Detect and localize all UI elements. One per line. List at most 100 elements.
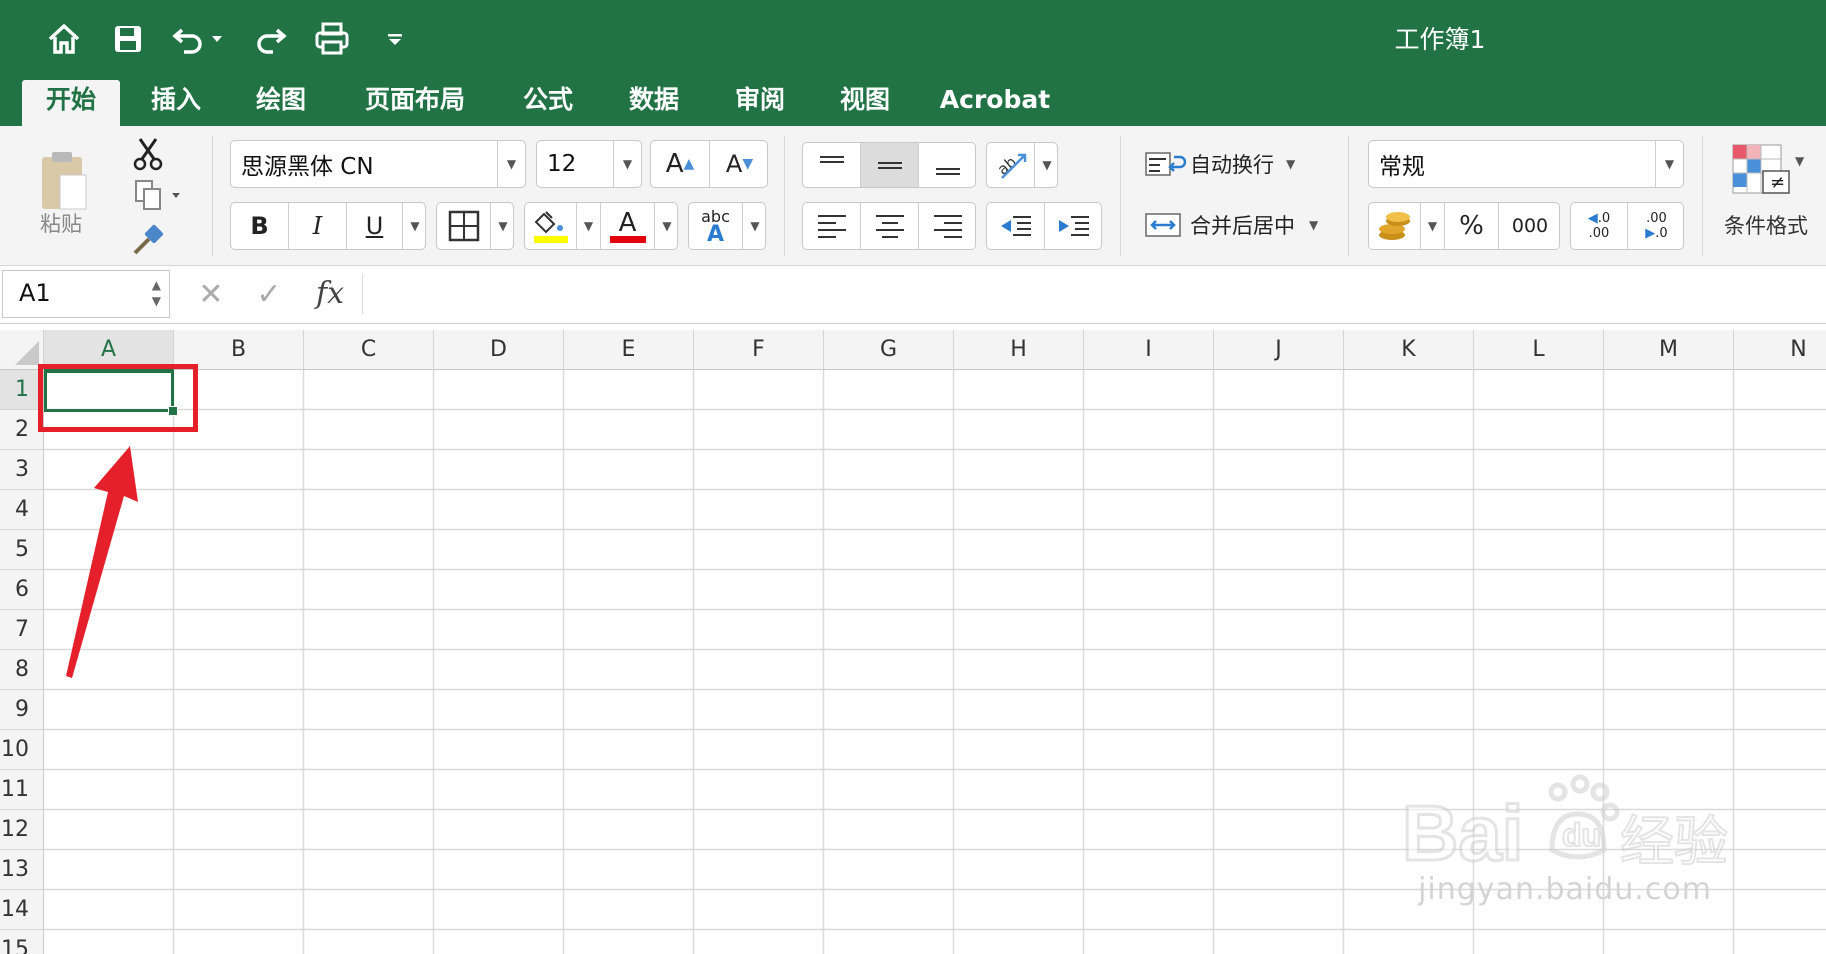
decrease-decimal-button[interactable]: .00 ▶.0 — [1628, 203, 1683, 249]
font-size-select[interactable]: 12 ▼ — [536, 140, 642, 188]
save-icon[interactable] — [110, 14, 146, 64]
tab-draw[interactable]: 绘图 — [243, 80, 319, 126]
tab-review[interactable]: 审阅 — [722, 80, 798, 126]
name-box[interactable]: A1 ▲ ▼ — [2, 270, 170, 318]
chevron-down-icon[interactable]: ▼ — [577, 203, 601, 249]
ribbon-separator — [1120, 136, 1121, 256]
phonetic-bottom: A — [706, 222, 725, 247]
column-header-i[interactable]: I — [1084, 330, 1214, 370]
merge-center-button[interactable]: 合并后居中 ▼ — [1144, 202, 1334, 248]
tab-formulas[interactable]: 公式 — [510, 80, 586, 126]
fill-color-button[interactable] — [525, 203, 577, 249]
column-header-g[interactable]: G — [824, 330, 954, 370]
row-header-12[interactable]: 12 — [0, 810, 44, 850]
redo-icon[interactable] — [250, 14, 290, 64]
row-header-3[interactable]: 3 — [0, 450, 44, 490]
row-header-14[interactable]: 14 — [0, 890, 44, 930]
column-header-f[interactable]: F — [694, 330, 824, 370]
italic-button[interactable]: I — [289, 203, 347, 249]
align-middle-icon[interactable] — [861, 143, 919, 187]
name-box-spinner-icon[interactable]: ▲ ▼ — [152, 277, 161, 309]
row-header-2[interactable]: 2 — [0, 410, 44, 450]
home-icon[interactable] — [44, 14, 84, 64]
active-cell-a1[interactable] — [44, 370, 174, 412]
format-painter-icon[interactable] — [128, 220, 168, 260]
tab-page-layout[interactable]: 页面布局 — [354, 80, 476, 126]
chevron-down-icon[interactable]: ▼ — [491, 203, 513, 249]
chevron-down-icon[interactable]: ▼ — [743, 203, 765, 249]
column-header-e[interactable]: E — [564, 330, 694, 370]
font-family-select[interactable]: 思源黑体 CN ▼ — [230, 140, 526, 188]
decrease-indent-icon[interactable] — [987, 203, 1045, 249]
column-header-k[interactable]: K — [1344, 330, 1474, 370]
row-header-8[interactable]: 8 — [0, 650, 44, 690]
column-header-j[interactable]: J — [1214, 330, 1344, 370]
column-header-b[interactable]: B — [174, 330, 304, 370]
align-left-icon[interactable] — [803, 203, 861, 249]
wrap-text-button[interactable]: 自动换行 ▼ — [1144, 142, 1310, 186]
text-orientation-icon[interactable]: ab — [987, 143, 1035, 187]
row-header-11[interactable]: 11 — [0, 770, 44, 810]
align-right-icon[interactable] — [919, 203, 975, 249]
row-header-13[interactable]: 13 — [0, 850, 44, 890]
phonetic-guide-button[interactable]: abc A — [689, 203, 743, 249]
cancel-icon[interactable]: ✕ — [196, 274, 226, 314]
select-all-button[interactable] — [0, 330, 44, 370]
print-icon[interactable] — [312, 14, 352, 64]
increase-decimal-button[interactable]: ◀.0 .00 — [1571, 203, 1628, 249]
increase-font-size-button[interactable]: A ▲ — [651, 141, 710, 187]
copy-icon[interactable] — [128, 176, 188, 216]
percent-button[interactable]: % — [1445, 203, 1499, 249]
fill-handle[interactable] — [168, 406, 178, 416]
comma-style-button[interactable]: 000 — [1499, 203, 1559, 249]
grow-glyph: A — [665, 149, 684, 179]
row-header-9[interactable]: 9 — [0, 690, 44, 730]
number-format-select[interactable]: 常规 ▼ — [1368, 140, 1684, 188]
svg-text:≠: ≠ — [1770, 172, 1785, 193]
align-center-icon[interactable] — [861, 203, 919, 249]
row-header-7[interactable]: 7 — [0, 610, 44, 650]
enter-icon[interactable]: ✓ — [254, 274, 284, 314]
row-header-6[interactable]: 6 — [0, 570, 44, 610]
cell-area[interactable] — [44, 370, 1826, 954]
column-header-c[interactable]: C — [304, 330, 434, 370]
font-color-button[interactable]: A — [601, 203, 655, 249]
chevron-down-icon[interactable]: ▼ — [1421, 203, 1445, 249]
undo-icon[interactable] — [170, 14, 230, 64]
row-header-15[interactable]: 15 — [0, 930, 44, 954]
row-header-4[interactable]: 4 — [0, 490, 44, 530]
tab-view[interactable]: 视图 — [827, 80, 903, 126]
tab-acrobat[interactable]: Acrobat — [936, 80, 1054, 126]
tab-insert[interactable]: 插入 — [138, 80, 214, 126]
column-header-h[interactable]: H — [954, 330, 1084, 370]
row-header-1[interactable]: 1 — [0, 370, 44, 410]
formula-input[interactable] — [362, 274, 1826, 314]
borders-icon[interactable] — [437, 203, 491, 249]
column-header-a[interactable]: A — [44, 330, 174, 370]
column-header-m[interactable]: M — [1604, 330, 1734, 370]
column-header-n[interactable]: N — [1734, 330, 1826, 370]
increase-indent-icon[interactable] — [1045, 203, 1101, 249]
underline-button[interactable]: U — [347, 203, 403, 249]
conditional-formatting-icon[interactable]: ≠ ▼ — [1722, 138, 1812, 208]
accounting-icon[interactable] — [1369, 203, 1421, 249]
bold-button[interactable]: B — [231, 203, 289, 249]
column-header-l[interactable]: L — [1474, 330, 1604, 370]
arrow-left-icon: ◀ — [1587, 211, 1598, 226]
row-header-5[interactable]: 5 — [0, 530, 44, 570]
font-size-steppers: A ▲ A ▼ — [650, 140, 768, 188]
column-header-d[interactable]: D — [434, 330, 564, 370]
insert-function-button[interactable]: fx — [316, 276, 344, 311]
cut-icon[interactable] — [128, 134, 168, 174]
tab-data[interactable]: 数据 — [616, 80, 692, 126]
align-bottom-icon[interactable] — [919, 143, 975, 187]
chevron-down-icon[interactable]: ▼ — [1035, 143, 1057, 187]
tab-home[interactable]: 开始 — [22, 80, 120, 126]
row-header-10[interactable]: 10 — [0, 730, 44, 770]
arrow-right-icon: ▶ — [1645, 226, 1656, 241]
chevron-down-icon[interactable]: ▼ — [403, 203, 425, 249]
decrease-font-size-button[interactable]: A ▼ — [710, 141, 767, 187]
chevron-down-icon[interactable]: ▼ — [655, 203, 677, 249]
align-top-icon[interactable] — [803, 143, 861, 187]
customize-toolbar-icon[interactable] — [380, 14, 410, 64]
